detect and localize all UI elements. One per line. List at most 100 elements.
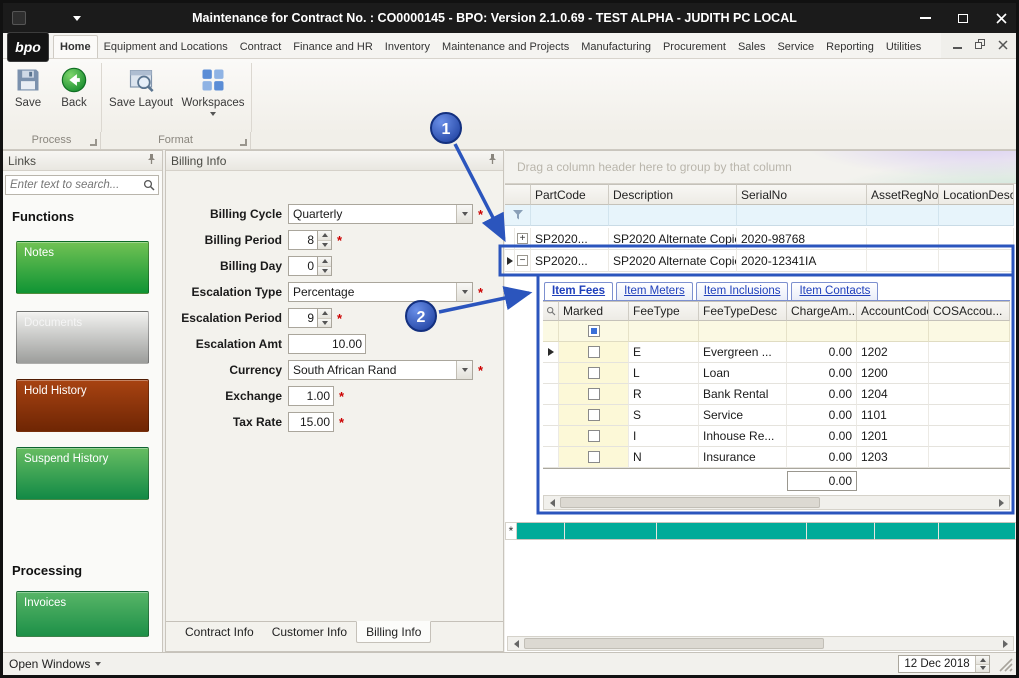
tab-manufacturing[interactable]: Manufacturing: [575, 36, 657, 59]
tab-item-contacts[interactable]: Item Contacts: [791, 282, 878, 300]
checkbox-icon[interactable]: [588, 430, 600, 442]
open-windows-button[interactable]: Open Windows: [9, 657, 101, 671]
billing-period-stepper[interactable]: [318, 230, 332, 250]
marked-cell[interactable]: [559, 447, 629, 468]
charge-cell[interactable]: 0.00: [787, 447, 857, 468]
tab-item-meters[interactable]: Item Meters: [616, 282, 693, 300]
search-input[interactable]: [6, 179, 143, 191]
checkbox-icon[interactable]: [588, 451, 600, 463]
accountcode-cell[interactable]: 1203: [857, 447, 929, 468]
feetypedesc-cell[interactable]: Evergreen ...: [699, 342, 787, 363]
quick-access-caret-icon[interactable]: [73, 16, 81, 21]
scrollbar-thumb[interactable]: [524, 638, 824, 649]
filter-cell[interactable]: [857, 321, 929, 342]
column-header-feetypedesc[interactable]: FeeTypeDesc: [699, 301, 787, 321]
grid-row-2-selected[interactable]: − SP2020... SP2020 Alternate Copier 2020…: [505, 250, 1014, 272]
tab-inventory[interactable]: Inventory: [379, 36, 436, 59]
teal-cell[interactable]: [807, 522, 875, 540]
pin-icon[interactable]: [487, 153, 498, 168]
marked-cell[interactable]: [559, 405, 629, 426]
feetype-cell[interactable]: N: [629, 447, 699, 468]
dialog-launcher-icon[interactable]: [240, 139, 247, 146]
column-header-marked[interactable]: Marked: [559, 301, 629, 321]
accountcode-cell[interactable]: 1204: [857, 384, 929, 405]
child-minimize-icon[interactable]: [953, 40, 963, 50]
grid-horizontal-scrollbar[interactable]: [507, 636, 1014, 651]
charge-cell[interactable]: 0.00: [787, 384, 857, 405]
teal-cell[interactable]: [657, 522, 807, 540]
suspend-history-button[interactable]: Suspend History: [16, 447, 149, 500]
fee-row[interactable]: E Evergreen ... 0.00 1202: [543, 342, 1010, 363]
tab-equipment-and-locations[interactable]: Equipment and Locations: [98, 36, 234, 59]
new-item-row[interactable]: *: [505, 522, 1016, 540]
group-by-area[interactable]: Drag a column header here to group by th…: [505, 151, 1016, 184]
grid-row-1[interactable]: + SP2020... SP2020 Alternate Copier 2020…: [505, 228, 1014, 250]
pin-icon[interactable]: [146, 153, 157, 168]
charge-cell[interactable]: 0.00: [787, 405, 857, 426]
cell-locationdesc[interactable]: [939, 250, 1014, 272]
teal-cell[interactable]: [565, 522, 657, 540]
cosaccount-cell[interactable]: [929, 426, 1010, 447]
cell-assetregno[interactable]: [867, 250, 939, 272]
notes-button[interactable]: Notes: [16, 241, 149, 294]
tab-procurement[interactable]: Procurement: [657, 36, 732, 59]
billing-period-input[interactable]: 8: [288, 230, 318, 250]
workspaces-button[interactable]: Workspaces: [178, 62, 248, 128]
tab-contract[interactable]: Contract: [234, 36, 288, 59]
feetypedesc-cell[interactable]: Insurance: [699, 447, 787, 468]
feetype-cell[interactable]: L: [629, 363, 699, 384]
filter-cell[interactable]: [787, 321, 857, 342]
column-chooser-cell[interactable]: [543, 301, 559, 321]
dropdown-icon[interactable]: [456, 361, 472, 379]
cell-partcode[interactable]: SP2020...: [531, 228, 609, 250]
charge-cell[interactable]: 0.00: [787, 426, 857, 447]
tab-customer-info[interactable]: Customer Info: [263, 622, 356, 643]
tab-sales[interactable]: Sales: [732, 36, 772, 59]
column-header-serialno[interactable]: SerialNo: [737, 184, 867, 205]
tab-service[interactable]: Service: [771, 36, 820, 59]
accountcode-cell[interactable]: 1202: [857, 342, 929, 363]
cosaccount-cell[interactable]: [929, 363, 1010, 384]
teal-cell[interactable]: [939, 522, 1016, 540]
scroll-right-icon[interactable]: [993, 496, 1009, 509]
cosaccount-cell[interactable]: [929, 405, 1010, 426]
cell-description[interactable]: SP2020 Alternate Copier: [609, 228, 737, 250]
column-header-description[interactable]: Description: [609, 184, 737, 205]
cell-partcode[interactable]: SP2020...: [531, 250, 609, 272]
billing-cycle-combo[interactable]: Quarterly: [288, 204, 473, 224]
escalation-period-stepper[interactable]: [318, 308, 332, 328]
search-icon[interactable]: [143, 179, 155, 191]
resize-grip-icon[interactable]: [999, 658, 1013, 672]
marked-cell[interactable]: [559, 342, 629, 363]
cell-description[interactable]: SP2020 Alternate Copier: [609, 250, 737, 272]
hold-history-button[interactable]: Hold History: [16, 379, 149, 432]
marked-filter-checkbox[interactable]: [559, 321, 629, 342]
scrollbar-thumb[interactable]: [560, 497, 820, 508]
marked-cell[interactable]: [559, 363, 629, 384]
checkbox-icon[interactable]: [588, 346, 600, 358]
filter-cell[interactable]: [929, 321, 1010, 342]
billing-day-input[interactable]: 0: [288, 256, 318, 276]
checkbox-icon[interactable]: [588, 388, 600, 400]
save-layout-button[interactable]: Save Layout: [106, 62, 176, 128]
column-header-partcode[interactable]: PartCode: [531, 184, 609, 205]
marked-cell[interactable]: [559, 384, 629, 405]
column-header-feetype[interactable]: FeeType: [629, 301, 699, 321]
billing-day-stepper[interactable]: [318, 256, 332, 276]
invoices-button[interactable]: Invoices: [16, 591, 149, 637]
documents-button[interactable]: Documents: [16, 311, 149, 364]
cosaccount-cell[interactable]: [929, 342, 1010, 363]
child-close-icon[interactable]: [998, 40, 1008, 50]
app-icon[interactable]: [12, 11, 26, 25]
escalation-period-input[interactable]: 9: [288, 308, 318, 328]
filter-cell[interactable]: [699, 321, 787, 342]
accountcode-cell[interactable]: 1101: [857, 405, 929, 426]
feetype-cell[interactable]: E: [629, 342, 699, 363]
tab-reporting[interactable]: Reporting: [820, 36, 880, 59]
tab-utilities[interactable]: Utilities: [880, 36, 927, 59]
column-header-assetregno[interactable]: AssetRegNo: [867, 184, 939, 205]
fee-row[interactable]: L Loan 0.00 1200: [543, 363, 1010, 384]
detail-horizontal-scrollbar[interactable]: [543, 495, 1010, 510]
scroll-right-icon[interactable]: [997, 637, 1013, 650]
charge-cell[interactable]: 0.00: [787, 363, 857, 384]
